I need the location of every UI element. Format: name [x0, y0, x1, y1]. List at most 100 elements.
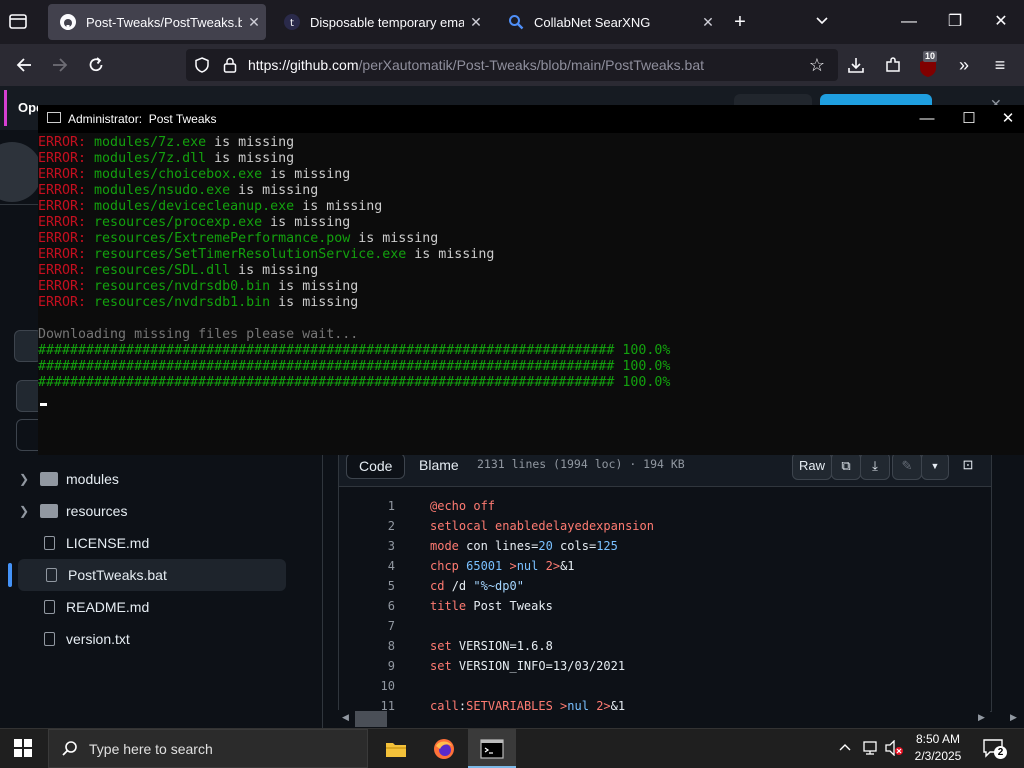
- console-close-button[interactable]: ✕: [992, 105, 1024, 133]
- code-token: nul: [516, 559, 539, 573]
- bookmark-star-icon[interactable]: ☆: [803, 52, 831, 78]
- console-line: ########################################…: [38, 343, 670, 359]
- console-text: modules/7z.dll: [94, 151, 207, 166]
- console-text: is missing: [206, 151, 295, 166]
- line-number[interactable]: 1: [339, 496, 395, 516]
- console-text: modules/devicecleanup.exe: [94, 199, 295, 214]
- menu-hamburger-icon[interactable]: ≡: [986, 52, 1014, 78]
- console-app-icon[interactable]: [47, 112, 61, 123]
- line-number[interactable]: 5: [339, 576, 395, 596]
- extensions-puzzle-icon[interactable]: [879, 52, 907, 78]
- console-text: ERROR:: [38, 295, 95, 310]
- close-icon[interactable]: ✕: [696, 14, 720, 31]
- tab-searxng[interactable]: CollabNet SearXNG ✕: [496, 4, 720, 40]
- firefox-icon[interactable]: [420, 729, 468, 768]
- console-text: ERROR:: [38, 215, 95, 230]
- chevron-right-icon[interactable]: ❯: [14, 472, 34, 486]
- taskbar-clock[interactable]: 8:50 AM 2/3/2025: [900, 731, 976, 765]
- console-text: resources/procexp.exe: [94, 215, 263, 230]
- scrollbar-thumb[interactable]: [355, 711, 387, 727]
- close-icon[interactable]: ✕: [464, 14, 488, 31]
- file-icon: [44, 632, 55, 646]
- code-token: 2>: [538, 559, 561, 573]
- console-title: Administrator: Post Tweaks: [68, 112, 217, 126]
- edit-pencil-icon[interactable]: ✎: [892, 452, 922, 480]
- forward-button[interactable]: [46, 52, 74, 78]
- tree-item-license[interactable]: LICENSE.md: [0, 527, 290, 559]
- chevron-down-icon[interactable]: ▼: [921, 452, 949, 480]
- code-tab[interactable]: Code: [346, 453, 406, 479]
- shield-icon[interactable]: [194, 57, 210, 78]
- symbols-panel-icon[interactable]: ⊡: [955, 452, 981, 478]
- console-output[interactable]: ERROR: modules/7z.exe is missing ERROR: m…: [38, 133, 1024, 455]
- code-token: 20: [538, 539, 553, 553]
- tree-item-label: modules: [66, 471, 119, 487]
- close-icon[interactable]: ✕: [242, 14, 266, 31]
- reload-button[interactable]: [82, 52, 110, 78]
- tree-item-posttweaks[interactable]: PostTweaks.bat: [8, 559, 286, 591]
- console-text: resources/nvdrsdb0.bin: [94, 279, 271, 294]
- code-token: Post Tweaks: [473, 599, 553, 613]
- extensions-badge: 10: [923, 51, 938, 62]
- console-text: is missing: [294, 199, 383, 214]
- chevron-up-icon[interactable]: [838, 740, 852, 759]
- tree-item-readme[interactable]: README.md: [0, 591, 290, 623]
- chevron-right-icon[interactable]: ❯: [14, 504, 34, 518]
- console-maximize-button[interactable]: ☐: [946, 105, 992, 133]
- line-number[interactable]: 4: [339, 556, 395, 576]
- console-title-bar[interactable]: Administrator: Post Tweaks: [38, 105, 1024, 133]
- line-number[interactable]: 10: [339, 676, 395, 696]
- copy-icon[interactable]: ⧉: [831, 452, 861, 480]
- console-text: ERROR:: [38, 167, 95, 182]
- blame-tab[interactable]: Blame: [407, 453, 471, 477]
- line-number[interactable]: 9: [339, 656, 395, 676]
- console-text: resources/nvdrsdb1.bin: [94, 295, 271, 310]
- line-number[interactable]: 3: [339, 536, 395, 556]
- more-tools-chevron-icon[interactable]: »: [950, 52, 978, 78]
- tree-item-resources[interactable]: ❯ resources: [0, 495, 290, 527]
- console-line: ERROR: resources/ExtremePerformance.pow …: [38, 231, 438, 247]
- tab-github[interactable]: Post-Tweaks/PostTweaks.bat at ✕: [48, 4, 266, 40]
- console-line: ERROR: resources/nvdrsdb1.bin is missing: [38, 295, 358, 311]
- line-number[interactable]: 6: [339, 596, 395, 616]
- new-tab-button[interactable]: +: [728, 10, 752, 34]
- tab-tempmail[interactable]: t Disposable temporary email - T ✕: [272, 4, 488, 40]
- code-line: 8 set VERSION=1.6.8: [339, 636, 979, 656]
- console-text: ########################################…: [38, 343, 671, 358]
- scroll-right-arrow[interactable]: ▶: [978, 712, 985, 723]
- file-explorer-icon[interactable]: [372, 729, 420, 768]
- taskbar-search-input[interactable]: Type here to search: [48, 729, 368, 768]
- console-minimize-button[interactable]: —: [904, 105, 950, 133]
- code-line: 2 setlocal enabledelayedexpansion: [339, 516, 979, 536]
- code-token: /d: [451, 579, 474, 593]
- close-window-button[interactable]: ✕: [978, 8, 1024, 36]
- scroll-left-arrow[interactable]: ◀: [342, 712, 349, 723]
- download-icon[interactable]: [842, 52, 870, 78]
- minimize-button[interactable]: —: [886, 8, 932, 36]
- scroll-right-arrow[interactable]: ▶: [1010, 712, 1017, 723]
- code-token: VERSION=1.6.8: [458, 639, 553, 653]
- lock-icon[interactable]: [222, 56, 238, 79]
- code-body[interactable]: 1 @echo off 2 setlocal enabledelayedexpansi…: [338, 486, 992, 712]
- maximize-button[interactable]: ❐: [932, 8, 978, 36]
- tree-item-version[interactable]: version.txt: [0, 623, 290, 655]
- cmd-taskbar-icon[interactable]: [468, 729, 516, 768]
- notification-icon[interactable]: 2: [982, 738, 1007, 760]
- line-number[interactable]: 7: [339, 616, 395, 636]
- console-text: ERROR:: [38, 279, 95, 294]
- horizontal-scrollbar[interactable]: [338, 710, 990, 728]
- tree-item-modules[interactable]: ❯ modules: [0, 463, 290, 495]
- ublock-icon[interactable]: 10: [917, 51, 939, 77]
- chevron-down-icon[interactable]: [814, 12, 838, 32]
- url-bar[interactable]: https://github.com/perXautomatik/Post-Tw…: [186, 49, 838, 81]
- console-line: ERROR: modules/7z.dll is missing: [38, 151, 294, 167]
- back-button[interactable]: [10, 52, 38, 78]
- network-icon[interactable]: [862, 740, 880, 761]
- windows-start-icon[interactable]: [14, 739, 32, 762]
- file-icon: [44, 600, 55, 614]
- line-number[interactable]: 2: [339, 516, 395, 536]
- download-icon[interactable]: ⤓: [860, 452, 890, 480]
- line-number[interactable]: 8: [339, 636, 395, 656]
- tab-list-icon[interactable]: [8, 12, 30, 32]
- raw-button[interactable]: Raw: [792, 452, 832, 480]
